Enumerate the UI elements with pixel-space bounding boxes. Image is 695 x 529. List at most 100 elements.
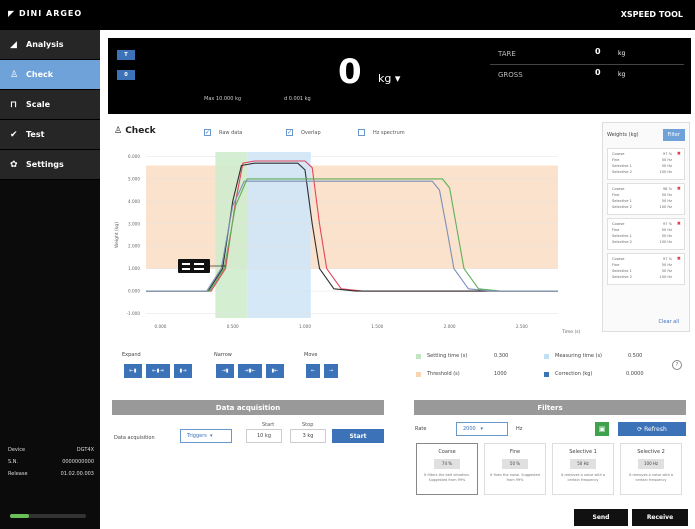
cursor-tooltip-mark xyxy=(182,263,190,265)
weight-card-label: Selective 2 xyxy=(612,170,632,174)
filter-card-selective-1[interactable]: Selective 1 50 Hz It removes a noise wit… xyxy=(552,443,614,495)
correction-swatch xyxy=(544,371,549,377)
weight-card[interactable]: Coarse 97 % Fine 50 Hz Selective 1 50 Hz Selec… xyxy=(607,218,685,250)
x-tick-label: 0.000 xyxy=(154,324,166,329)
y-tick-label: 5.000 xyxy=(128,176,140,181)
filters-header: Filters xyxy=(414,400,686,415)
acquisition-mode-select[interactable]: Triggers ▾ xyxy=(180,429,232,443)
y-tick-label: 4.000 xyxy=(128,199,140,204)
help-icon[interactable]: ? xyxy=(672,360,682,370)
hz-spectrum-checkbox[interactable]: Hz spectrum xyxy=(358,129,405,136)
move-left-button[interactable]: ← xyxy=(306,364,320,378)
receive-button[interactable]: Receive xyxy=(632,509,688,526)
cursor-tooltip-mark xyxy=(194,263,204,265)
arrow-left-icon: ← xyxy=(310,368,316,374)
sidebar-item-test[interactable]: ✔ Test xyxy=(0,120,100,150)
expand-left-button[interactable]: ⇤▮ xyxy=(124,364,142,378)
brand-logo: ◤ DINI ARGEO xyxy=(8,9,83,18)
weight-card-value: 100 Hz xyxy=(659,275,672,279)
filter-value[interactable]: 50 % xyxy=(502,459,528,469)
sidebar-item-analysis[interactable]: ◢ Analysis xyxy=(0,30,100,60)
save-button[interactable]: ▣ xyxy=(595,422,609,436)
expand-right-button[interactable]: ▮⇥ xyxy=(174,364,192,378)
x-tick-label: 1.500 xyxy=(371,324,383,329)
tare-unit: kg xyxy=(618,50,626,57)
clear-all-link[interactable]: Clear all xyxy=(658,319,679,325)
weight-unit-dropdown[interactable]: kg ▾ xyxy=(378,72,400,85)
correction-value: 0.0000 xyxy=(626,371,644,377)
close-icon[interactable]: ✖ xyxy=(677,151,681,157)
move-right-button[interactable]: → xyxy=(324,364,338,378)
connection-progress xyxy=(10,514,86,518)
narrow-left-icon: ⇥▮ xyxy=(221,368,229,374)
narrow-both-button[interactable]: ⇥▮⇤ xyxy=(238,364,262,378)
move-label: Move xyxy=(304,352,318,358)
save-icon: ▣ xyxy=(598,425,606,433)
tare-value: 0 xyxy=(595,47,601,56)
filter-value[interactable]: 50 Hz xyxy=(570,459,596,469)
overlap-checkbox[interactable]: ✓ Overlap xyxy=(286,129,321,136)
send-button[interactable]: Send xyxy=(574,509,628,526)
filter-value[interactable]: 100 Hz xyxy=(638,459,664,469)
max-capacity: Max 10.000 kg xyxy=(204,96,242,102)
checkmark-icon: ✔ xyxy=(10,129,18,140)
y-tick-label: -1.000 xyxy=(127,311,141,316)
close-icon[interactable]: ✖ xyxy=(677,221,681,227)
rate-label: Rate xyxy=(415,426,427,432)
weight-card[interactable]: Coarse 97 % Fine 50 Hz Selective 1 50 Hz Selec… xyxy=(607,253,685,285)
weight-card[interactable]: Coarse 98 % Fine 50 Hz Selective 1 50 Hz Selec… xyxy=(607,183,685,215)
weight-chart[interactable]: 6.000 5.000 4.000 3.000 2.000 1.000 0.000 -1.00… xyxy=(108,146,593,342)
filter-button[interactable]: Filter xyxy=(662,129,685,141)
filter-value[interactable]: 74 % xyxy=(434,459,460,469)
weight-card-value: 100 Hz xyxy=(659,170,672,174)
filter-card-selective-2[interactable]: Selective 2 100 Hz It removes a noise wi… xyxy=(620,443,682,495)
zero-button[interactable]: 0 xyxy=(117,70,135,80)
divider xyxy=(490,64,684,65)
tare-button[interactable]: T xyxy=(117,50,135,60)
x-tick-label: 1.000 xyxy=(299,324,311,329)
rate-select[interactable]: 2000 ▾ xyxy=(456,422,508,436)
narrow-left-button[interactable]: ⇥▮ xyxy=(216,364,234,378)
close-icon[interactable]: ✖ xyxy=(677,186,681,192)
measuring-swatch xyxy=(544,353,549,359)
cursor-tooltip-mark xyxy=(182,268,190,270)
filter-card-coarse[interactable]: Coarse 74 % It filters the belt vibratio… xyxy=(416,443,478,495)
refresh-button[interactable]: ⟳ Refresh xyxy=(618,422,686,436)
sidebar-item-settings[interactable]: ✿ Settings xyxy=(0,150,100,180)
acquisition-label: Data acquisition xyxy=(114,435,155,441)
filter-card-fine[interactable]: Fine 50 % It fixes the noise. Suggested … xyxy=(484,443,546,495)
start-input[interactable]: 10 kg xyxy=(246,429,282,443)
y-tick-label: 6.000 xyxy=(128,154,140,159)
refresh-icon: ⟳ xyxy=(637,425,645,433)
checkbox-icon: ✓ xyxy=(204,129,211,136)
division: d 0.001 kg xyxy=(284,96,311,102)
weight-card-label: Selective 2 xyxy=(612,275,632,279)
gross-value: 0 xyxy=(595,68,601,77)
check-user-icon: ♙ xyxy=(10,69,19,80)
stop-label: Stop xyxy=(302,422,314,428)
close-icon[interactable]: ✖ xyxy=(677,256,681,262)
x-tick-label: 2.000 xyxy=(444,324,456,329)
sidebar-item-scale[interactable]: ⊓ Scale xyxy=(0,90,100,120)
expand-left-icon: ⇤▮ xyxy=(129,368,137,374)
narrow-right-button[interactable]: ▮⇤ xyxy=(266,364,284,378)
rate-unit: Hz xyxy=(516,426,523,432)
measuring-time: Measuring time (s) xyxy=(544,353,602,359)
start-button[interactable]: Start xyxy=(332,429,384,443)
expand-both-button[interactable]: ⇤▮⇥ xyxy=(146,364,170,378)
sidebar-item-check[interactable]: ♙ Check xyxy=(0,60,100,90)
x-tick-label: 0.500 xyxy=(227,324,239,329)
weight-display: T 0 0 kg ▾ Max 10.000 kg d 0.001 kg TARE… xyxy=(108,38,691,114)
stop-input[interactable]: 3 kg xyxy=(290,429,326,443)
settling-value: 0.300 xyxy=(494,353,509,359)
weight-card-row: Selective 2 100 Hz xyxy=(612,169,672,175)
sidebar-item-label: Check xyxy=(26,70,54,79)
raw-data-checkbox[interactable]: ✓ Raw data xyxy=(204,129,242,136)
page-title: ♙ Check xyxy=(114,126,156,136)
sidebar-item-label: Scale xyxy=(26,100,51,109)
x-tick-label: 2.500 xyxy=(516,324,528,329)
weight-card[interactable]: Coarse 97 % Fine 50 Hz Selective 1 50 Hz Selec… xyxy=(607,148,685,180)
weight-card-value: 100 Hz xyxy=(659,205,672,209)
checkbox-icon xyxy=(358,129,365,136)
settling-time: Settling time (s) xyxy=(416,353,467,359)
